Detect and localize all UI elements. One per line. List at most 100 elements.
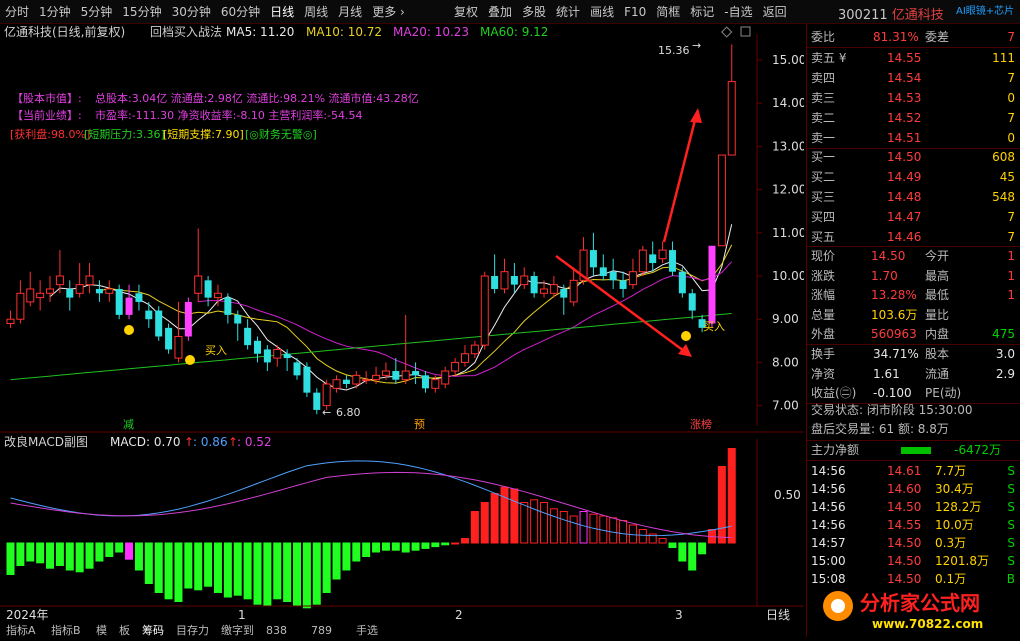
period-tab[interactable]: 1分钟 — [34, 0, 76, 24]
ai-concept-tag[interactable]: AI眼镜+芯片 — [956, 2, 1014, 17]
toolbar-button[interactable]: 叠加 — [483, 0, 517, 24]
candle — [46, 276, 55, 302]
period-tab[interactable]: 15分钟 — [117, 0, 166, 24]
toolbar-button[interactable]: 标记 — [685, 0, 719, 24]
quote-value: 103.6万 — [871, 307, 918, 322]
macd-bar — [411, 542, 420, 551]
period-tab[interactable]: 60分钟 — [216, 0, 265, 24]
tick-time: 14:56 — [811, 518, 846, 532]
tick-row: 14:56 14.55 10.0万 S — [807, 516, 1020, 535]
stat-value: 3.0 — [995, 347, 1015, 361]
macd-bar — [243, 542, 252, 600]
period-tab[interactable]: 30分钟 — [167, 0, 216, 24]
ask-price: 14.52 — [887, 111, 922, 125]
indicator-tab[interactable]: 指标B — [51, 623, 81, 637]
buy-label-1: 买入 — [205, 344, 227, 357]
toolbar-button[interactable]: 多股 — [517, 0, 551, 24]
y-tick-label: 9.00 — [772, 312, 799, 326]
toolbar-button[interactable]: F10 — [619, 0, 651, 24]
kline-chart[interactable]: 亿通科技(日线,前复权) 回档买入战法 MA5: 11.20 MA10: 10.… — [0, 24, 806, 637]
period-tab[interactable]: 月线 — [333, 0, 367, 24]
macd-bar — [451, 542, 460, 545]
indicator-tab[interactable]: 目存力 — [176, 623, 209, 637]
candle — [668, 241, 676, 276]
macd-bar — [134, 542, 143, 571]
macd-bar — [569, 515, 578, 544]
candle — [244, 319, 252, 350]
quote-value: 1 — [1007, 268, 1015, 283]
period-tab[interactable]: 分时 — [0, 0, 34, 24]
bid-volume: 45 — [999, 170, 1015, 184]
y-tick-label: 8.00 — [772, 355, 799, 369]
indicator-tab[interactable]: 838 — [266, 624, 287, 637]
indicator-name[interactable]: 回档买入战法 — [150, 25, 222, 39]
toolbar-button[interactable]: 复权 — [449, 0, 483, 24]
macd-bar — [36, 542, 45, 564]
macd-bar — [65, 542, 74, 571]
expand-icon[interactable] — [740, 26, 751, 37]
ask-row: 卖四 14.54 7 — [807, 69, 1020, 88]
tick-time: 14:56 — [811, 482, 846, 496]
period-tab[interactable]: 日线 — [265, 0, 299, 24]
info-label-2: 【当前业绩】: — [12, 108, 82, 122]
wc-label: 委差 — [925, 30, 950, 44]
candle — [688, 288, 696, 320]
toolbar-button[interactable]: 返回 — [758, 0, 792, 24]
macd-bar — [401, 542, 410, 553]
candle — [560, 284, 568, 315]
toolbar-button[interactable]: 简框 — [651, 0, 685, 24]
indicator-tab[interactable]: 筹码 — [142, 623, 164, 637]
ask-price: 14.54 — [887, 71, 922, 85]
ma10-label: MA10: 10.72 — [306, 25, 382, 39]
candle — [460, 345, 469, 367]
ask-volume: 7 — [1007, 71, 1015, 85]
diamond-icon[interactable] — [721, 26, 733, 38]
tick-row: 14:56 14.61 7.7万 S — [807, 462, 1020, 481]
indicator-tab[interactable]: 指标A — [6, 623, 36, 637]
svg-text:→: → — [692, 39, 701, 52]
candle — [332, 375, 341, 393]
indicator-tab[interactable]: 缴字到 — [221, 623, 254, 637]
main-flow-label: 主力净额 — [811, 443, 860, 457]
min-price-label: 6.80 — [336, 406, 361, 419]
macd-bar — [16, 542, 25, 566]
ma5-line — [49, 224, 733, 391]
macd-bar — [213, 542, 222, 593]
indicator-tab[interactable]: 手选 — [356, 623, 378, 637]
macd-title[interactable]: 改良MACD副图 — [4, 434, 88, 449]
bid-volume: 608 — [992, 150, 1015, 164]
candle — [480, 271, 489, 350]
indicator-tab[interactable]: 789 — [311, 624, 332, 637]
indicator-tab[interactable]: 板 — [119, 623, 130, 637]
quote-label: 最低 — [925, 288, 950, 302]
macd-bar — [125, 542, 134, 560]
macd-bar — [490, 493, 499, 544]
candle — [619, 271, 627, 298]
quote-row: 现价 14.50 今开 1 — [807, 247, 1020, 266]
macd-bar — [460, 538, 469, 544]
period-label[interactable]: 日线 — [766, 608, 790, 622]
chart-area[interactable]: 亿通科技(日线,前复权) 回档买入战法 MA5: 11.20 MA10: 10.… — [0, 24, 806, 637]
macd-bar — [559, 511, 568, 544]
period-tab[interactable]: 更多 › — [367, 0, 410, 24]
period-tab[interactable]: 5分钟 — [76, 0, 118, 24]
candle — [263, 345, 271, 372]
bid-row: 买一 14.50 608 — [807, 148, 1020, 167]
toolbar-button[interactable]: 统计 — [551, 0, 585, 24]
toolbar-button[interactable]: -自选 — [719, 0, 757, 24]
quote-value: 560963 — [871, 327, 917, 341]
bid-volume: 7 — [1007, 210, 1015, 224]
candle — [451, 358, 460, 376]
indicator-tab[interactable]: 模 — [96, 624, 107, 637]
ma60-line — [10, 313, 732, 381]
after-row: 盘后交易量: 61 额: 8.8万 — [807, 420, 1020, 439]
candle — [115, 284, 123, 320]
macd-bar — [85, 542, 94, 569]
candle — [26, 271, 35, 307]
ma20-label: MA20: 10.23 — [393, 25, 469, 39]
candle — [491, 254, 499, 294]
toolbar-button[interactable]: 画线 — [585, 0, 619, 24]
candle — [313, 388, 321, 415]
tick-time: 15:00 — [811, 554, 846, 568]
period-tab[interactable]: 周线 — [299, 0, 333, 24]
